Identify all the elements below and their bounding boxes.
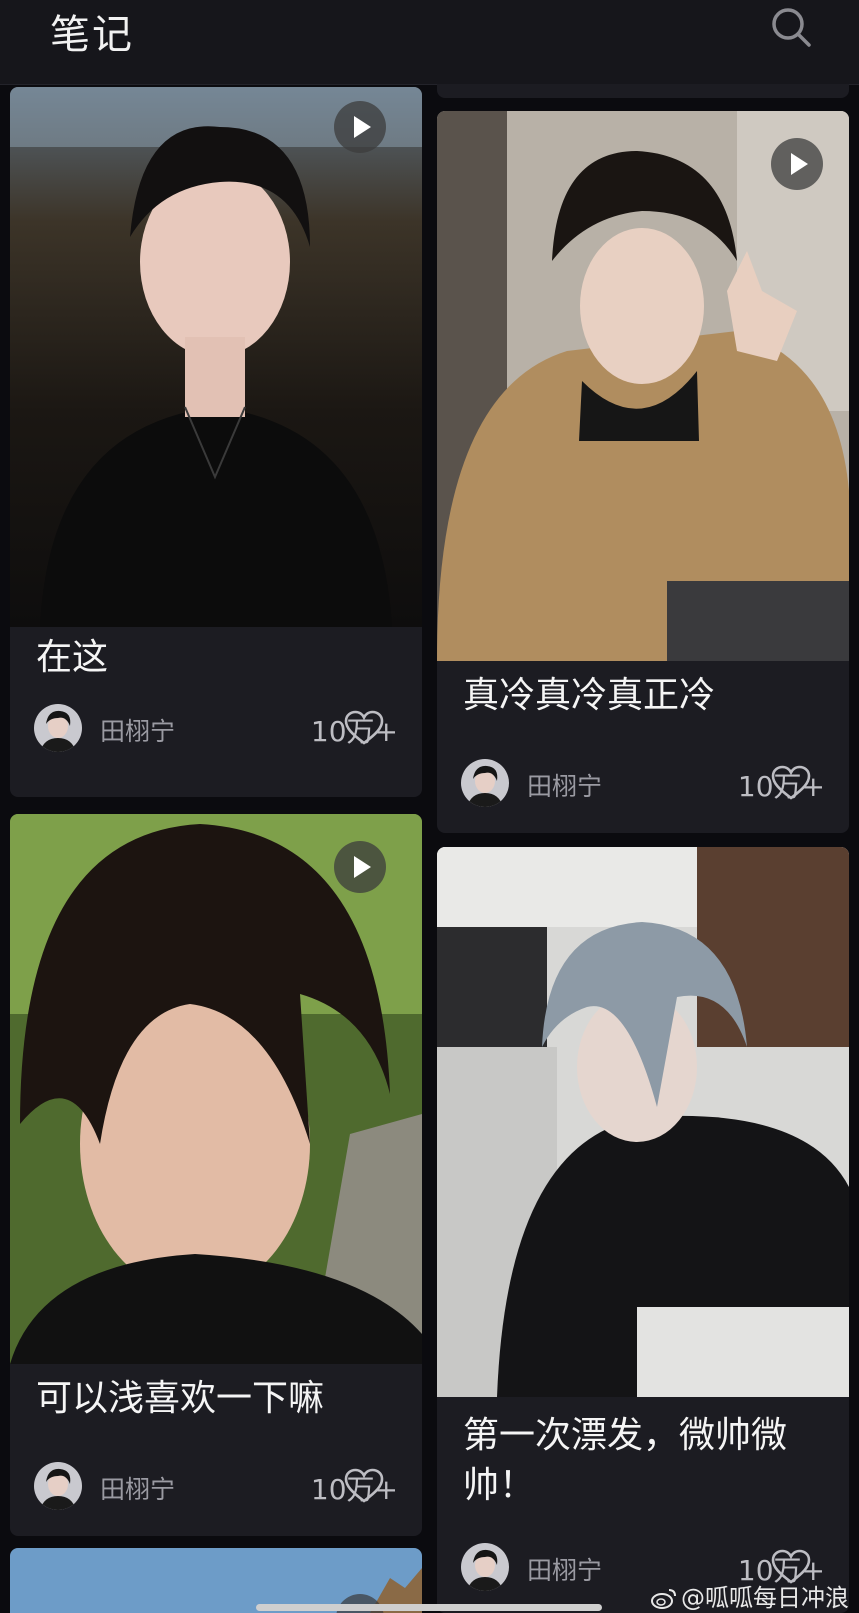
watermark: @呱呱每日冲浪: [651, 1578, 849, 1613]
search-icon[interactable]: [770, 6, 814, 50]
note-card[interactable]: 第一次漂发，微帅微帅！ 田栩宁 10万+: [437, 847, 849, 1613]
note-card[interactable]: 可以浅喜欢一下嘛 田栩宁 10万+: [10, 814, 422, 1536]
note-meta: 田栩宁 10万+: [34, 1462, 398, 1512]
home-indicator[interactable]: [256, 1604, 602, 1611]
author-name[interactable]: 田栩宁: [527, 767, 602, 803]
avatar[interactable]: [461, 1543, 509, 1591]
note-title: 可以浅喜欢一下嘛: [36, 1378, 325, 1419]
note-card[interactable]: 真冷真冷真正冷 田栩宁 10万+: [437, 111, 849, 833]
like-count: 10万+: [737, 770, 825, 803]
note-cover-image[interactable]: [437, 847, 849, 1397]
like-count: 10万+: [310, 1473, 398, 1506]
note-cover-image[interactable]: [10, 814, 422, 1364]
note-card-partial[interactable]: [437, 84, 849, 98]
note-cover-image[interactable]: [437, 111, 849, 661]
note-title: 第一次漂发，微帅微帅！: [463, 1415, 788, 1506]
play-icon: [771, 138, 823, 190]
note-title: 在这: [36, 637, 109, 678]
avatar[interactable]: [34, 704, 82, 752]
page-title: 笔记: [50, 12, 134, 58]
play-icon: [334, 841, 386, 893]
like-count: 10万+: [310, 715, 398, 748]
watermark-text: @呱呱每日冲浪: [681, 1584, 849, 1612]
avatar[interactable]: [34, 1462, 82, 1510]
author-name[interactable]: 田栩宁: [527, 1551, 602, 1587]
note-card[interactable]: 在这 田栩宁 10万+: [10, 87, 422, 797]
play-icon: [334, 101, 386, 153]
avatar[interactable]: [461, 759, 509, 807]
top-bar: 笔记: [0, 0, 859, 85]
note-meta: 田栩宁 10万+: [461, 759, 825, 809]
note-cover-image[interactable]: [10, 87, 422, 627]
weibo-icon: [651, 1589, 676, 1609]
author-name[interactable]: 田栩宁: [100, 712, 175, 748]
note-title: 真冷真冷真正冷: [463, 675, 716, 716]
note-meta: 田栩宁 10万+: [34, 704, 398, 754]
author-name[interactable]: 田栩宁: [100, 1470, 175, 1506]
